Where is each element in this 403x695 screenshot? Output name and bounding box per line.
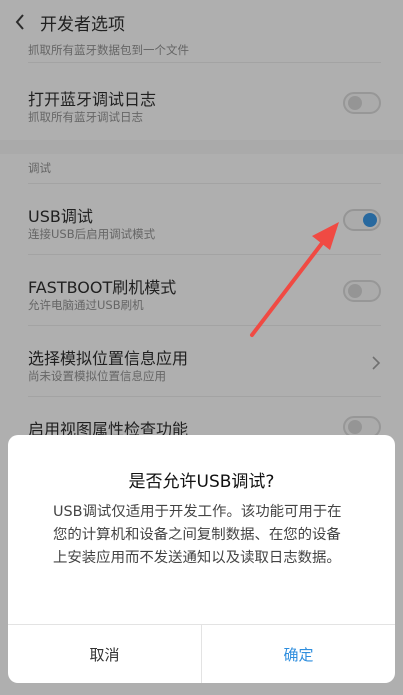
confirm-button[interactable]: 确定 [201,625,395,683]
dialog-title: 是否允许USB调试? [128,472,275,492]
cancel-button[interactable]: 取消 [8,625,201,683]
dialog-buttons: 取消 确定 [8,624,395,683]
usb-debug-dialog: 是否允许USB调试? USB调试仅适用于开发工作。该功能可用于在您的计算机和设备… [8,435,395,683]
dialog-message: USB调试仅适用于开发工作。该功能可用于在您的计算机和设备之间复制数据、在您的设… [53,504,342,566]
